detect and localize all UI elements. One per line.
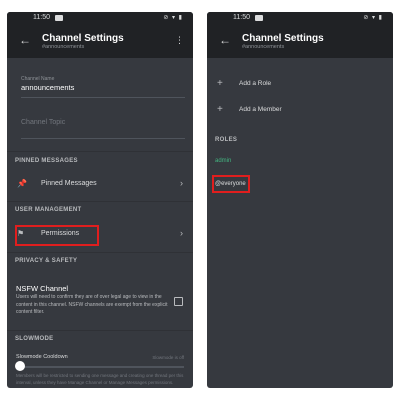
screen-record-icon	[55, 15, 63, 21]
status-time: 11:50	[33, 14, 50, 21]
permissions-highlight-box	[15, 225, 99, 246]
add-member-button[interactable]: + Add a Member	[215, 104, 385, 118]
page-subtitle: #announcements	[242, 44, 285, 50]
nsfw-checkbox[interactable]	[174, 297, 183, 306]
add-role-label: Add a Role	[239, 80, 272, 87]
channel-topic-field[interactable]: Channel Topic	[21, 119, 185, 139]
status-bar: 11:50 ⊘ ▾ ▮	[7, 12, 193, 26]
slowmode-slider-track[interactable]	[20, 366, 184, 368]
pinned-messages-item[interactable]: 📌 Pinned Messages ›	[15, 177, 185, 193]
channel-name-field[interactable]: Channel Name announcements	[21, 76, 185, 98]
channel-topic-placeholder: Channel Topic	[21, 119, 66, 126]
nsfw-title: NSFW Channel	[16, 284, 69, 293]
app-bar: ← Channel Settings #announcements ⋮	[7, 26, 193, 58]
channel-name-value: announcements	[21, 83, 75, 92]
role-admin[interactable]: admin	[215, 158, 231, 164]
chevron-right-icon: ›	[180, 228, 183, 238]
pin-icon: 📌	[17, 179, 27, 188]
plus-icon: +	[217, 104, 223, 115]
status-icons: ⊘ ▾ ▮	[163, 15, 183, 21]
status-icons: ⊘ ▾ ▮	[363, 15, 383, 21]
back-arrow-icon[interactable]: ←	[19, 33, 31, 47]
pinned-messages-label: Pinned Messages	[41, 180, 97, 187]
plus-icon: +	[217, 78, 223, 89]
slowmode-slider-handle[interactable]	[15, 361, 25, 371]
back-arrow-icon[interactable]: ←	[219, 33, 231, 47]
chevron-right-icon: ›	[180, 178, 183, 188]
slowmode-label: Slowmode Cooldown	[16, 354, 68, 360]
section-header-roles: ROLES	[215, 137, 238, 143]
divider	[7, 330, 193, 331]
section-header-privacy: PRIVACY & SAFETY	[15, 258, 78, 264]
everyone-highlight-box	[212, 175, 250, 193]
status-time: 11:50	[233, 14, 250, 21]
divider	[7, 252, 193, 253]
more-vertical-icon[interactable]: ⋮	[175, 35, 184, 46]
page-subtitle: #announcements	[42, 44, 85, 50]
divider	[7, 151, 193, 152]
section-header-pinned: PINNED MESSAGES	[15, 158, 78, 164]
add-member-label: Add a Member	[239, 106, 282, 113]
divider	[7, 201, 193, 202]
permissions-screen: 11:50 ⊘ ▾ ▮ ← Channel Settings #announce…	[207, 12, 393, 388]
add-role-button[interactable]: + Add a Role	[215, 78, 385, 92]
app-bar: ← Channel Settings #announcements	[207, 26, 393, 58]
nsfw-description: Users will need to confirm they are of o…	[16, 294, 168, 316]
slowmode-value: Slowmode is off	[152, 355, 184, 360]
page-title: Channel Settings	[42, 33, 124, 44]
slowmode-description: Members will be restricted to sending on…	[16, 373, 184, 385]
status-bar: 11:50 ⊘ ▾ ▮	[207, 12, 393, 26]
section-header-user-management: USER MANAGEMENT	[15, 207, 82, 213]
section-header-slowmode: SLOWMODE	[15, 336, 54, 342]
channel-settings-screen: 11:50 ⊘ ▾ ▮ ← Channel Settings #announce…	[7, 12, 193, 388]
page-title: Channel Settings	[242, 33, 324, 44]
screen-record-icon	[255, 15, 263, 21]
channel-name-label: Channel Name	[21, 76, 55, 82]
